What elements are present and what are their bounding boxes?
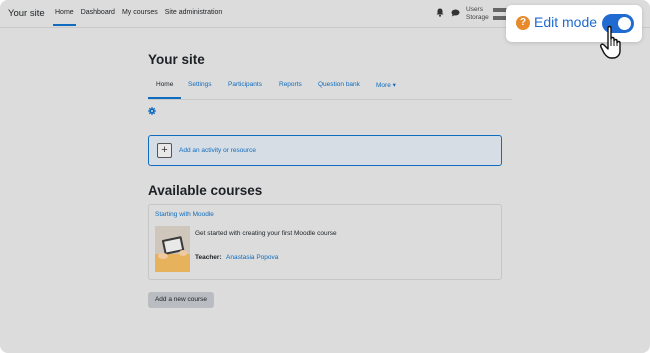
app-window: Your site Home Dashboard My courses Site… xyxy=(0,0,650,353)
primary-nav: Home Dashboard My courses Site administr… xyxy=(53,9,229,27)
page-title: Your site xyxy=(148,52,205,67)
tab-home[interactable]: Home xyxy=(156,81,173,88)
course-card: Starting with Moodle Get started with cr… xyxy=(148,204,502,280)
edit-mode-label: Edit mode xyxy=(534,14,598,30)
users-stat-label: Users xyxy=(466,6,483,13)
tab-reports[interactable]: Reports xyxy=(279,81,302,88)
course-thumbnail-image xyxy=(155,226,190,272)
message-icon[interactable] xyxy=(451,9,460,17)
secondary-nav: Home Settings Participants Reports Quest… xyxy=(148,81,512,100)
add-new-course-button[interactable]: Add a new course xyxy=(148,292,214,308)
nav-home[interactable]: Home xyxy=(53,9,76,27)
plus-icon: + xyxy=(157,143,172,158)
tab-more[interactable]: More ▾ xyxy=(376,81,396,89)
hand-pointer-icon xyxy=(600,25,621,59)
gear-icon[interactable] xyxy=(148,107,156,115)
nav-site-administration[interactable]: Site administration xyxy=(165,9,223,27)
teacher-label: Teacher: xyxy=(195,254,222,261)
tab-question-bank[interactable]: Question bank xyxy=(318,81,360,88)
course-name-link[interactable]: Starting with Moodle xyxy=(155,211,214,218)
bell-icon[interactable] xyxy=(436,8,444,17)
storage-stat-label: Storage xyxy=(466,14,489,21)
help-icon: ? xyxy=(516,16,530,30)
tab-participants[interactable]: Participants xyxy=(228,81,262,88)
site-brand[interactable]: Your site xyxy=(8,8,45,19)
available-courses-heading: Available courses xyxy=(148,183,263,198)
teacher-name-link[interactable]: Anastasia Popova xyxy=(226,254,278,261)
active-tab-indicator xyxy=(148,97,181,99)
nav-my-courses[interactable]: My courses xyxy=(122,9,158,27)
tab-settings[interactable]: Settings xyxy=(188,81,212,88)
course-summary: Get started with creating your first Moo… xyxy=(195,230,337,237)
nav-dashboard[interactable]: Dashboard xyxy=(81,9,115,27)
usage-stats: Users Storage xyxy=(466,6,489,22)
add-activity-label: Add an activity or resource xyxy=(179,147,256,154)
add-activity-button[interactable]: + Add an activity or resource xyxy=(148,135,502,166)
